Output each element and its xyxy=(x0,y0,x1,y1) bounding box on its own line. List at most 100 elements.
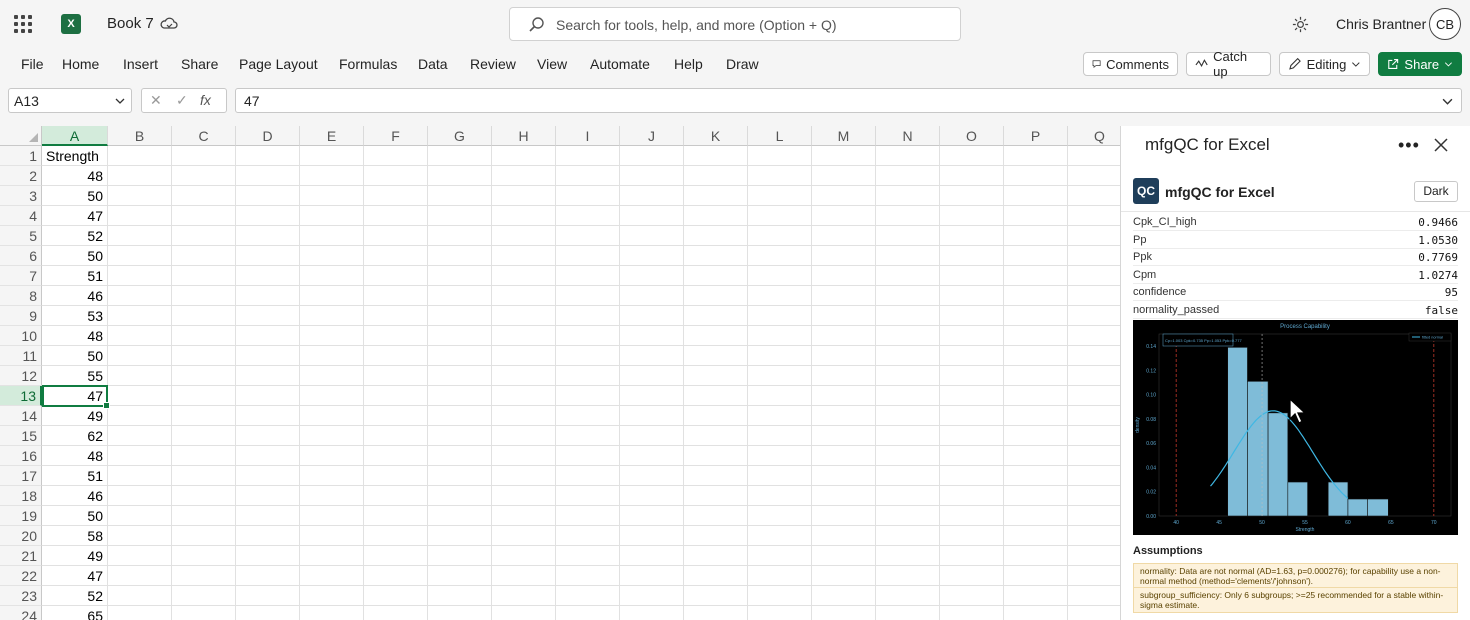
cancel-icon[interactable]: ✕ xyxy=(150,92,162,109)
enter-icon[interactable]: ✓ xyxy=(176,92,188,109)
tab-help[interactable]: Help xyxy=(674,56,703,72)
row-header-8[interactable]: 8 xyxy=(0,286,42,306)
column-header-j[interactable]: J xyxy=(620,126,684,146)
row-header-18[interactable]: 18 xyxy=(0,486,42,506)
tab-formulas[interactable]: Formulas xyxy=(339,56,397,72)
formula-input[interactable]: 47 xyxy=(235,88,1462,113)
app-launcher-icon[interactable] xyxy=(14,15,32,33)
column-header-c[interactable]: C xyxy=(172,126,236,146)
cell-a21[interactable]: 49 xyxy=(43,546,106,566)
cell-a9[interactable]: 53 xyxy=(43,306,106,326)
row-header-24[interactable]: 24 xyxy=(0,606,42,620)
row-header-20[interactable]: 20 xyxy=(0,526,42,546)
expand-formula-icon[interactable] xyxy=(1442,96,1453,107)
row-header-21[interactable]: 21 xyxy=(0,546,42,566)
cell-a4[interactable]: 47 xyxy=(43,206,106,226)
comments-button[interactable]: Comments xyxy=(1083,52,1178,76)
column-header-d[interactable]: D xyxy=(236,126,300,146)
column-header-b[interactable]: B xyxy=(108,126,172,146)
chevron-down-icon[interactable] xyxy=(115,96,125,106)
tab-insert[interactable]: Insert xyxy=(123,56,158,72)
row-header-2[interactable]: 2 xyxy=(0,166,42,186)
cell-a12[interactable]: 55 xyxy=(43,366,106,386)
column-header-o[interactable]: O xyxy=(940,126,1004,146)
column-header-q[interactable]: Q xyxy=(1068,126,1120,146)
name-box[interactable]: A13 xyxy=(8,88,132,113)
row-header-9[interactable]: 9 xyxy=(0,306,42,326)
tab-page-layout[interactable]: Page Layout xyxy=(239,56,318,72)
row-header-15[interactable]: 15 xyxy=(0,426,42,446)
close-icon[interactable] xyxy=(1433,137,1449,153)
column-header-h[interactable]: H xyxy=(492,126,556,146)
tab-view[interactable]: View xyxy=(537,56,567,72)
row-header-22[interactable]: 22 xyxy=(0,566,42,586)
cell-a15[interactable]: 62 xyxy=(43,426,106,446)
row-header-11[interactable]: 11 xyxy=(0,346,42,366)
avatar[interactable]: CB xyxy=(1429,8,1461,40)
column-header-l[interactable]: L xyxy=(748,126,812,146)
column-header-f[interactable]: F xyxy=(364,126,428,146)
cell-a6[interactable]: 50 xyxy=(43,246,106,266)
select-all-corner[interactable] xyxy=(0,126,42,146)
row-header-17[interactable]: 17 xyxy=(0,466,42,486)
more-options-icon[interactable]: ••• xyxy=(1398,136,1420,154)
cell-a20[interactable]: 58 xyxy=(43,526,106,546)
column-header-a[interactable]: A xyxy=(42,126,108,146)
row-header-4[interactable]: 4 xyxy=(0,206,42,226)
cell-a2[interactable]: 48 xyxy=(43,166,106,186)
cell-a24[interactable]: 65 xyxy=(43,606,106,620)
share-button[interactable]: Share xyxy=(1378,52,1462,76)
column-header-m[interactable]: M xyxy=(812,126,876,146)
tab-review[interactable]: Review xyxy=(470,56,516,72)
row-header-12[interactable]: 12 xyxy=(0,366,42,386)
row-header-13[interactable]: 13 xyxy=(0,386,42,406)
tab-home[interactable]: Home xyxy=(62,56,99,72)
row-header-23[interactable]: 23 xyxy=(0,586,42,606)
cell-a8[interactable]: 46 xyxy=(43,286,106,306)
tab-draw[interactable]: Draw xyxy=(726,56,759,72)
column-header-n[interactable]: N xyxy=(876,126,940,146)
active-cell-selection[interactable] xyxy=(42,385,110,409)
row-header-1[interactable]: 1 xyxy=(0,146,42,166)
column-header-g[interactable]: G xyxy=(428,126,492,146)
row-header-5[interactable]: 5 xyxy=(0,226,42,246)
cell-a7[interactable]: 51 xyxy=(43,266,106,286)
column-header-p[interactable]: P xyxy=(1004,126,1068,146)
row-header-10[interactable]: 10 xyxy=(0,326,42,346)
column-header-i[interactable]: I xyxy=(556,126,620,146)
tab-automate[interactable]: Automate xyxy=(590,56,650,72)
spreadsheet-grid[interactable]: A B C D E F G H I J K L M N O P Q 1 Strength 2 48 3 50 4 47 5 52 6 5… xyxy=(0,126,1120,620)
cell-a14[interactable]: 49 xyxy=(43,406,106,426)
dark-mode-button[interactable]: Dark xyxy=(1414,181,1458,202)
tab-data[interactable]: Data xyxy=(418,56,448,72)
column-header-k[interactable]: K xyxy=(684,126,748,146)
cell-a18[interactable]: 46 xyxy=(43,486,106,506)
cell-a16[interactable]: 48 xyxy=(43,446,106,466)
gear-icon[interactable] xyxy=(1291,15,1310,34)
row-header-19[interactable]: 19 xyxy=(0,506,42,526)
name-box-value: A13 xyxy=(14,93,39,109)
row-header-7[interactable]: 7 xyxy=(0,266,42,286)
editing-mode-button[interactable]: Editing xyxy=(1279,52,1370,76)
row-header-16[interactable]: 16 xyxy=(0,446,42,466)
cell-a19[interactable]: 50 xyxy=(43,506,106,526)
catch-up-button[interactable]: Catch up xyxy=(1186,49,1271,79)
cell-a23[interactable]: 52 xyxy=(43,586,106,606)
document-title[interactable]: Book 7 xyxy=(107,15,154,32)
cell-a3[interactable]: 50 xyxy=(43,186,106,206)
cell-a5[interactable]: 52 xyxy=(43,226,106,246)
cell-a17[interactable]: 51 xyxy=(43,466,106,486)
column-header-e[interactable]: E xyxy=(300,126,364,146)
row-header-3[interactable]: 3 xyxy=(0,186,42,206)
cell-a22[interactable]: 47 xyxy=(43,566,106,586)
tab-file[interactable]: File xyxy=(21,56,44,72)
insert-function-icon[interactable]: fx xyxy=(200,92,211,108)
search-box[interactable]: Search for tools, help, and more (Option… xyxy=(509,7,961,41)
row-header-14[interactable]: 14 xyxy=(0,406,42,426)
cell-a1[interactable]: Strength xyxy=(43,146,106,166)
row-header-6[interactable]: 6 xyxy=(0,246,42,266)
tab-share[interactable]: Share xyxy=(181,56,218,72)
cell-a11[interactable]: 50 xyxy=(43,346,106,366)
user-name[interactable]: Chris Brantner xyxy=(1336,16,1426,32)
cell-a10[interactable]: 48 xyxy=(43,326,106,346)
